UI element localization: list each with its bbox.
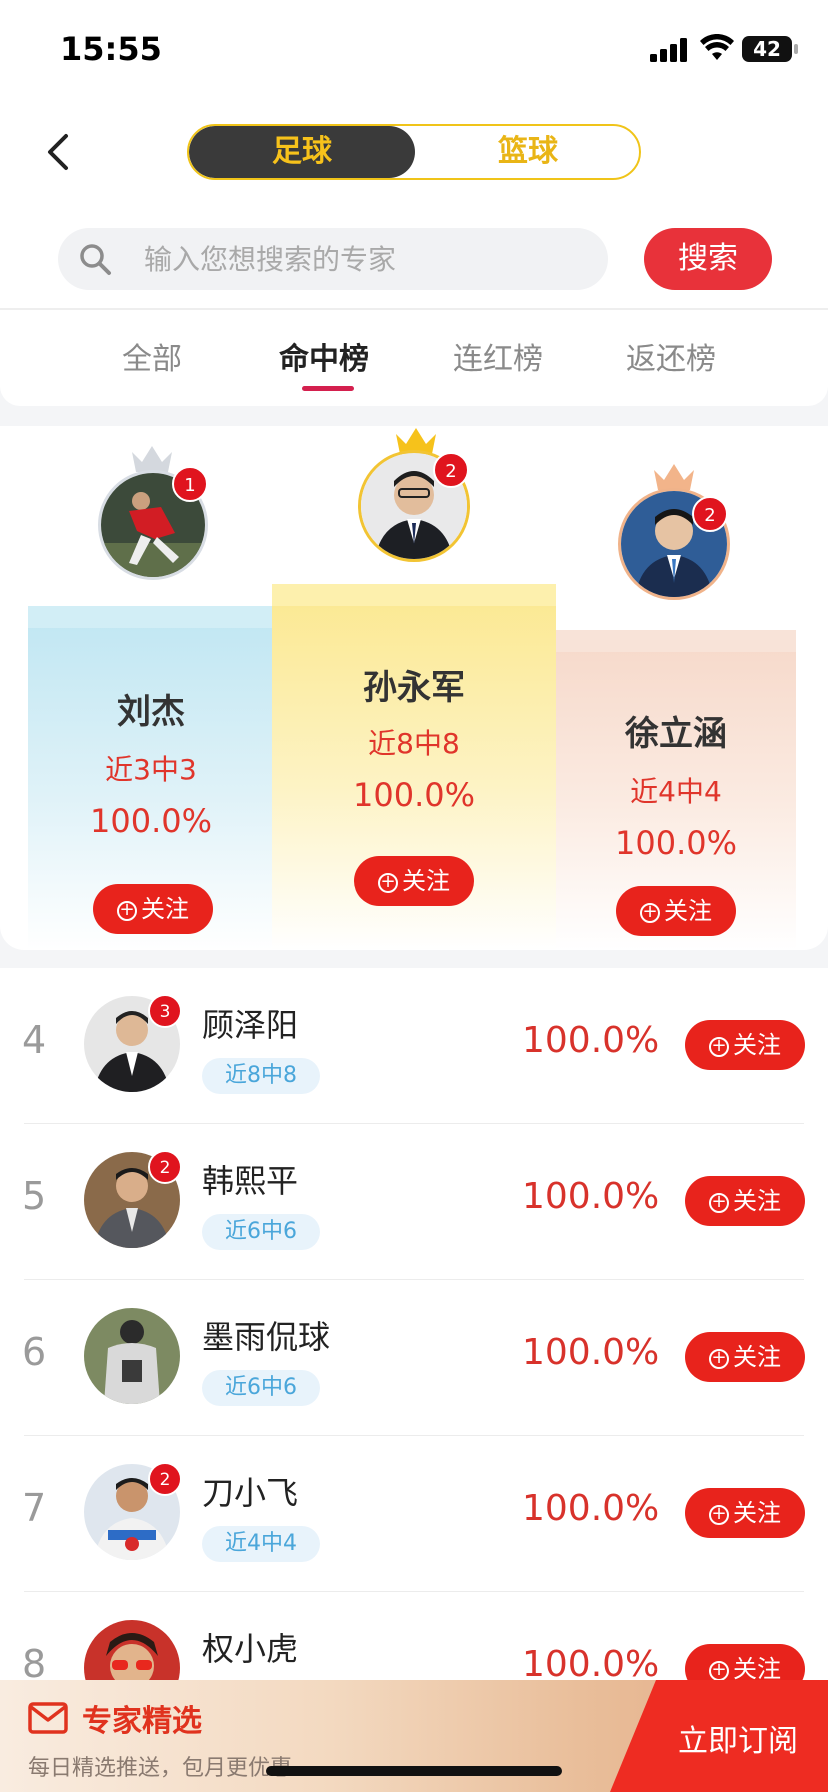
rank-number: 6 — [22, 1330, 47, 1374]
record-pill: 近4中4 — [202, 1526, 320, 1562]
search-icon — [80, 244, 111, 275]
record-pill: 近8中8 — [202, 1058, 320, 1094]
header: 足球 篮球 搜索 — [0, 100, 828, 310]
plus-icon: + — [709, 1037, 729, 1057]
tab-return-rank[interactable]: 返还榜 — [626, 334, 716, 378]
list-item[interactable]: 5 2 韩熙平 近6中6 100.0% + 关注 — [0, 1124, 828, 1280]
back-arrow-icon[interactable] — [40, 130, 80, 174]
hit-rate: 100.0% — [522, 1488, 660, 1529]
podium-record: 近4中4 — [630, 775, 722, 808]
follow-button[interactable]: + 关注 — [93, 884, 213, 934]
plus-icon: + — [709, 1193, 729, 1213]
expert-name: 权小虎 — [202, 1630, 299, 1668]
battery-tip — [794, 44, 798, 54]
banner-title: 专家精选 — [82, 1704, 202, 1739]
follow-button[interactable]: + 关注 — [685, 1488, 805, 1538]
active-tab-indicator — [302, 386, 354, 391]
expert-list: 4 3 顾泽阳 近8中8 100.0% + 关注 5 2 韩熙平 近6中6 10… — [0, 968, 828, 1792]
expert-name: 墨雨侃球 — [202, 1318, 331, 1356]
follow-button[interactable]: + 关注 — [616, 886, 736, 936]
rank-number: 4 — [22, 1018, 47, 1062]
search-button[interactable]: 搜索 — [644, 228, 772, 290]
tab-basketball[interactable]: 篮球 — [415, 126, 639, 178]
hit-rate: 100.0% — [522, 1176, 660, 1217]
tab-streak-rank[interactable]: 连红榜 — [453, 334, 543, 378]
expert-name: 顾泽阳 — [202, 1006, 299, 1044]
podium-pillar-middle: 孙永军 近8中8 100.0% + 关注 — [272, 584, 556, 950]
rank-number: 7 — [22, 1486, 47, 1530]
count-badge: 2 — [148, 1150, 182, 1184]
hit-rate: 100.0% — [522, 1332, 660, 1373]
list-item[interactable]: 7 2 刀小飞 近4中4 100.0% + 关注 — [0, 1436, 828, 1592]
expert-name: 韩熙平 — [202, 1162, 299, 1200]
wifi-icon — [700, 34, 734, 60]
plus-icon: + — [117, 901, 137, 921]
podium-name: 孙永军 — [363, 668, 465, 708]
plus-icon: + — [378, 873, 398, 893]
plus-icon: + — [709, 1349, 729, 1369]
subscribe-button[interactable]: 立即订阅 — [610, 1680, 828, 1792]
podium-name: 刘杰 — [117, 692, 185, 732]
cellular-signal-icon — [650, 38, 687, 62]
podium-badge: 1 — [172, 466, 208, 502]
search-box — [58, 228, 608, 290]
record-pill: 近6中6 — [202, 1214, 320, 1250]
list-item[interactable]: 4 3 顾泽阳 近8中8 100.0% + 关注 — [0, 968, 828, 1124]
rank-number: 5 — [22, 1174, 47, 1218]
follow-button[interactable]: + 关注 — [685, 1020, 805, 1070]
record-pill: 近6中6 — [202, 1370, 320, 1406]
follow-button[interactable]: + 关注 — [354, 856, 474, 906]
podium: 刘杰 近3中3 100.0% + 关注 孙永军 近8中8 100.0% + 关注 徐… — [0, 426, 828, 950]
podium-rate: 100.0% — [352, 776, 475, 814]
podium-name: 徐立涵 — [625, 714, 727, 754]
sport-switch: 足球 篮球 — [187, 124, 641, 180]
plus-icon: + — [709, 1661, 729, 1681]
podium-rate: 100.0% — [614, 824, 737, 862]
podium-pillar-right: 徐立涵 近4中4 100.0% + 关注 — [556, 630, 796, 950]
podium-record: 近3中3 — [105, 753, 197, 786]
battery-icon: 42 — [742, 36, 792, 62]
banner-subtitle: 每日精选推送，包月更优惠 — [28, 1756, 293, 1781]
status-bar: 15:55 42 — [0, 0, 828, 100]
tab-football[interactable]: 足球 — [189, 126, 415, 178]
podium-badge: 2 — [692, 496, 728, 532]
status-time: 15:55 — [60, 30, 162, 68]
hit-rate: 100.0% — [522, 1644, 660, 1685]
podium-rate: 100.0% — [89, 802, 212, 840]
search-input[interactable] — [144, 238, 584, 280]
plus-icon: + — [640, 903, 660, 923]
list-item[interactable]: 6 墨雨侃球 近6中6 100.0% + 关注 — [0, 1280, 828, 1436]
home-indicator[interactable] — [266, 1766, 562, 1776]
podium-pillar-left: 刘杰 近3中3 100.0% + 关注 — [28, 606, 274, 950]
count-badge: 2 — [148, 1462, 182, 1496]
hit-rate: 100.0% — [522, 1020, 660, 1061]
count-badge: 3 — [148, 994, 182, 1028]
tab-all[interactable]: 全部 — [122, 334, 182, 378]
plus-icon: + — [709, 1505, 729, 1525]
tab-hit-rank[interactable]: 命中榜 — [279, 334, 369, 378]
expert-name: 刀小飞 — [202, 1474, 299, 1512]
expert-photo — [84, 1308, 180, 1404]
podium-badge: 2 — [433, 452, 469, 488]
ranking-tabs: 全部 命中榜 连红榜 返还榜 — [0, 310, 828, 406]
mail-icon — [28, 1702, 68, 1734]
follow-button[interactable]: + 关注 — [685, 1176, 805, 1226]
podium-record: 近8中8 — [368, 727, 460, 760]
avatar[interactable] — [84, 1308, 180, 1404]
follow-button[interactable]: + 关注 — [685, 1332, 805, 1382]
